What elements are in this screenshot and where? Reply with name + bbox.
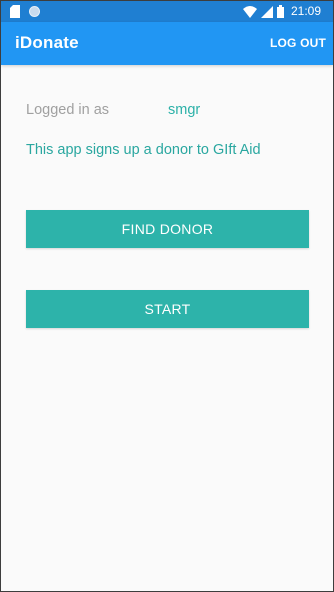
device-frame: 21:09 iDonate LOG OUT Logged in as smgr … — [0, 0, 334, 592]
status-clock: 21:09 — [290, 4, 321, 18]
username-value: smgr — [168, 102, 201, 118]
logged-in-row: Logged in as smgr — [26, 102, 200, 118]
app-title: iDonate — [15, 33, 79, 52]
log-out-button[interactable]: LOG OUT — [270, 36, 326, 50]
wifi-icon — [242, 5, 257, 18]
status-bar-notifications — [10, 5, 40, 18]
app-description: This app signs up a donor to GIft Aid — [26, 142, 261, 158]
sd-card-icon — [10, 5, 20, 18]
status-bar-system: 21:09 — [242, 4, 321, 19]
circle-notification-icon — [29, 6, 40, 17]
logged-in-label: Logged in as — [26, 102, 110, 118]
start-button[interactable]: START — [26, 290, 309, 328]
app-bar: iDonate LOG OUT — [1, 22, 333, 65]
find-donor-button[interactable]: FIND DONOR — [26, 210, 309, 248]
status-bar: 21:09 — [1, 1, 333, 22]
battery-icon — [276, 5, 284, 18]
signal-icon — [260, 5, 273, 18]
